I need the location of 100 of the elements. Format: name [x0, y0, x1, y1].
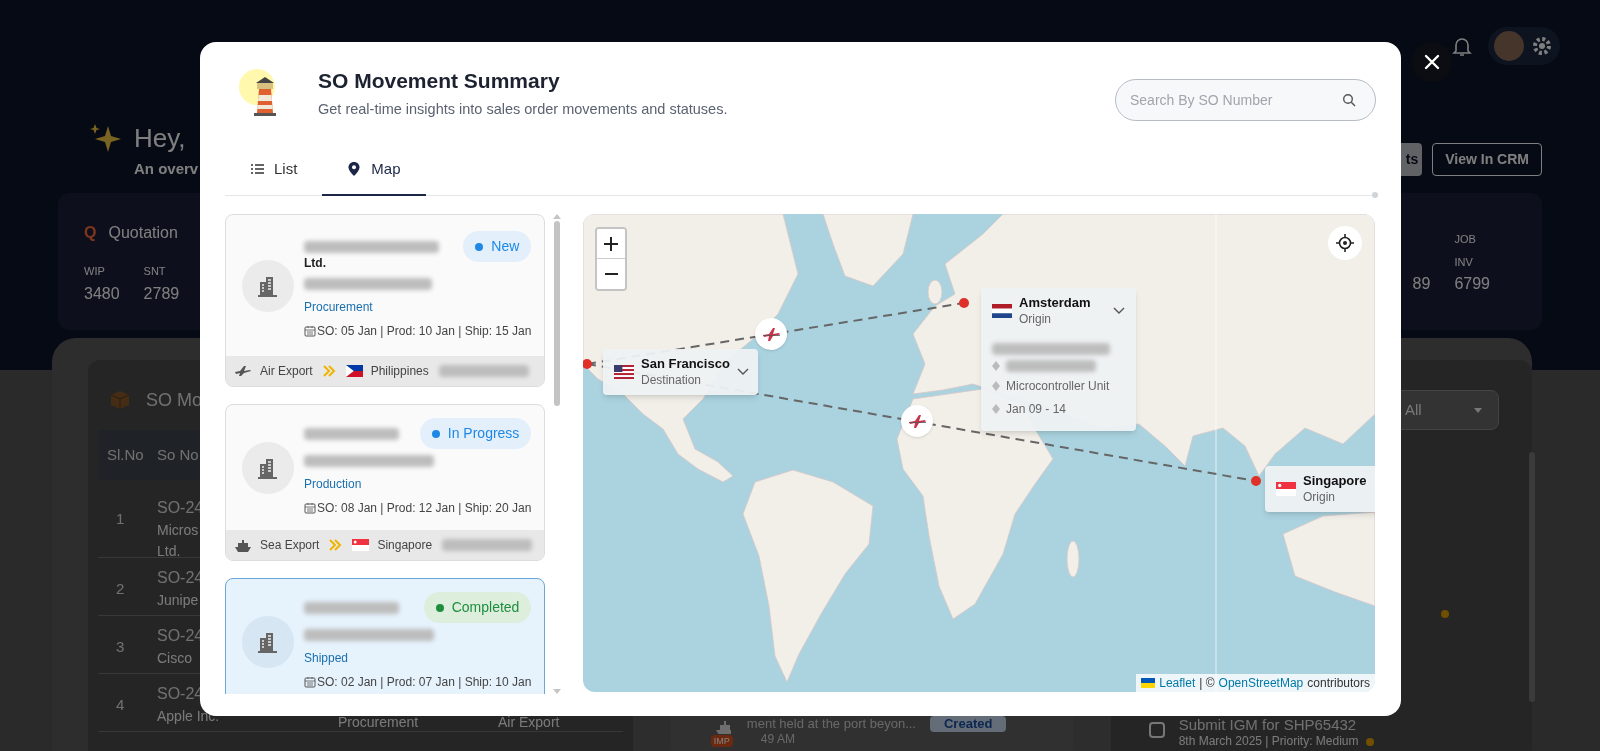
order-dates: SO: 05 Jan | Prod: 10 Jan | Ship: 15 Jan — [317, 323, 532, 340]
search-icon — [1342, 92, 1356, 107]
table-cell-text: 1 — [115, 509, 126, 529]
locate-icon — [1336, 234, 1354, 252]
plane-marker[interactable] — [755, 318, 787, 350]
stat-label: WIP — [84, 264, 105, 279]
zoom-in-button[interactable] — [597, 229, 625, 259]
order-card[interactable]: In Progress Production SO: 08 Jan | Prod: 12 Jan | Ship: 20 Jan Sea Export Singapore — [225, 404, 545, 561]
flag-icon — [1276, 482, 1296, 496]
calendar-icon — [304, 325, 316, 337]
status-badge: New — [463, 231, 532, 262]
calendar-icon — [304, 676, 316, 688]
location-role: Destination — [641, 372, 702, 388]
activity-text: ment held at the port beyon... — [746, 716, 916, 732]
minus-icon — [604, 273, 618, 275]
column-header: So No — [156, 444, 199, 465]
stat-value: 3480 — [84, 283, 120, 304]
attribution-link[interactable]: OpenStreetMap — [1218, 674, 1304, 692]
box-icon — [108, 388, 132, 412]
stage-label: Shipped — [304, 650, 349, 667]
task-title: Submit IGM for SHP65432 — [1178, 716, 1357, 734]
stage-label: Procurement — [304, 299, 373, 316]
task-meta: 8th March 2025 | Priority: Medium — [1178, 734, 1359, 749]
location-role: Origin — [1303, 489, 1335, 505]
attribution-text: contributors — [1307, 675, 1370, 692]
ship-icon — [234, 537, 252, 553]
close-icon — [1423, 53, 1441, 71]
search-field[interactable]: Search By SO Number — [1115, 78, 1376, 121]
company-name: Ltd. — [304, 255, 326, 272]
modal-title: SO Movement Summary — [318, 68, 561, 95]
status-badge: In Progress — [419, 418, 532, 449]
double-chevron-icon — [329, 539, 343, 551]
stat-value: 2789 — [143, 283, 180, 304]
greeting-text: Hey, — [134, 122, 187, 154]
city-name: San Francisco — [641, 356, 730, 372]
location-popup[interactable]: Amsterdam Origin Microcontroller Unit Jan 09 - 14 — [981, 288, 1136, 431]
stat-value: 6799 — [1454, 274, 1490, 294]
stats-title: Quotation — [108, 223, 178, 243]
detail-text: Microcontroller Unit — [1006, 378, 1110, 395]
table-cell-text: Procurement — [338, 713, 420, 732]
tab[interactable]: List — [225, 144, 323, 196]
plus-icon — [604, 236, 618, 251]
plane-icon — [234, 364, 252, 378]
table-cell-text: 4 — [115, 695, 126, 715]
diamond-icon — [992, 404, 1000, 414]
flag-icon — [345, 365, 363, 377]
chevron-down-icon[interactable] — [736, 368, 749, 376]
map[interactable]: San Francisco Destination Amsterdam Origin Microcontroller Unit Jan 09 - 14 Singapore Origin Leaflet | © OpenStreetMap contributors — [583, 214, 1375, 692]
table-cell-text: Junipe — [157, 591, 199, 610]
plane-icon — [761, 325, 781, 343]
status-badge: Completed — [423, 592, 532, 623]
column-header: Sl.No — [106, 444, 145, 465]
caret-icon — [1471, 405, 1484, 415]
double-chevron-icon — [322, 365, 336, 377]
table-cell-text: 2 — [115, 579, 126, 599]
flag-icon — [992, 304, 1012, 318]
map-pin-icon — [347, 161, 362, 177]
activity-time: 49 AM — [759, 732, 796, 747]
gear-icon[interactable] — [1530, 34, 1554, 58]
calendar-icon — [304, 502, 316, 514]
country-name: Singapore — [377, 537, 433, 554]
location-popup[interactable]: San Francisco Destination — [603, 349, 758, 395]
scroll-handle — [1372, 192, 1378, 198]
chevron-down-icon[interactable] — [1113, 307, 1125, 315]
order-card[interactable]: Completed Shipped SO: 02 Jan | Prod: 07 Jan | Ship: 10 Jan — [225, 578, 545, 694]
tag-badge: IMP — [710, 735, 733, 747]
plane-icon — [907, 412, 927, 430]
city-name: Singapore — [1303, 473, 1367, 489]
flag-icon — [1141, 678, 1156, 688]
quotation-icon-letter: Q — [84, 223, 97, 243]
status-badge: Created — [929, 716, 1007, 732]
city-name: Amsterdam — [1019, 295, 1091, 311]
stat-label: SNT — [143, 264, 166, 279]
table-cell-text: Ltd. — [157, 542, 181, 561]
detail-text: Jan 09 - 14 — [1006, 401, 1067, 418]
transport-mode: Air Export — [260, 363, 313, 380]
order-dates: SO: 02 Jan | Prod: 07 Jan | Ship: 10 Jan — [317, 674, 532, 691]
panel-title: SO Mo — [146, 388, 202, 412]
profile-menu[interactable] — [1488, 27, 1560, 65]
order-card[interactable]: New Ltd. Procurement SO: 05 Jan | Prod: 10 Jan | Ship: 15 Jan Air Export Philippines — [225, 214, 545, 387]
table-cell-text: Air Export — [498, 713, 560, 732]
location-role: Origin — [1019, 311, 1051, 327]
modal-subtitle: Get real-time insights into sales order movements and statuses. — [318, 99, 729, 119]
flag-icon — [614, 365, 634, 379]
header-button[interactable]: View In CRM — [1432, 143, 1542, 176]
scrollbar-thumb[interactable] — [554, 221, 560, 406]
stat-label: INV — [1454, 254, 1473, 270]
transport-mode: Sea Export — [260, 537, 320, 554]
greeting-subtitle: An overv — [134, 159, 199, 179]
table-cell-text: Cisco — [157, 649, 192, 668]
list-icon — [250, 163, 264, 175]
checkbox[interactable] — [1148, 722, 1165, 738]
table-cell-text: 3 — [115, 637, 126, 657]
stage-label: Production — [304, 476, 362, 493]
attribution-link[interactable]: Leaflet — [1159, 674, 1196, 692]
attribution-text: | © — [1199, 675, 1215, 692]
location-popup[interactable]: Singapore Origin — [1265, 466, 1375, 512]
stat-value: 89 — [1412, 274, 1431, 294]
flag-icon — [352, 539, 370, 551]
tab[interactable]: Map — [322, 144, 426, 196]
